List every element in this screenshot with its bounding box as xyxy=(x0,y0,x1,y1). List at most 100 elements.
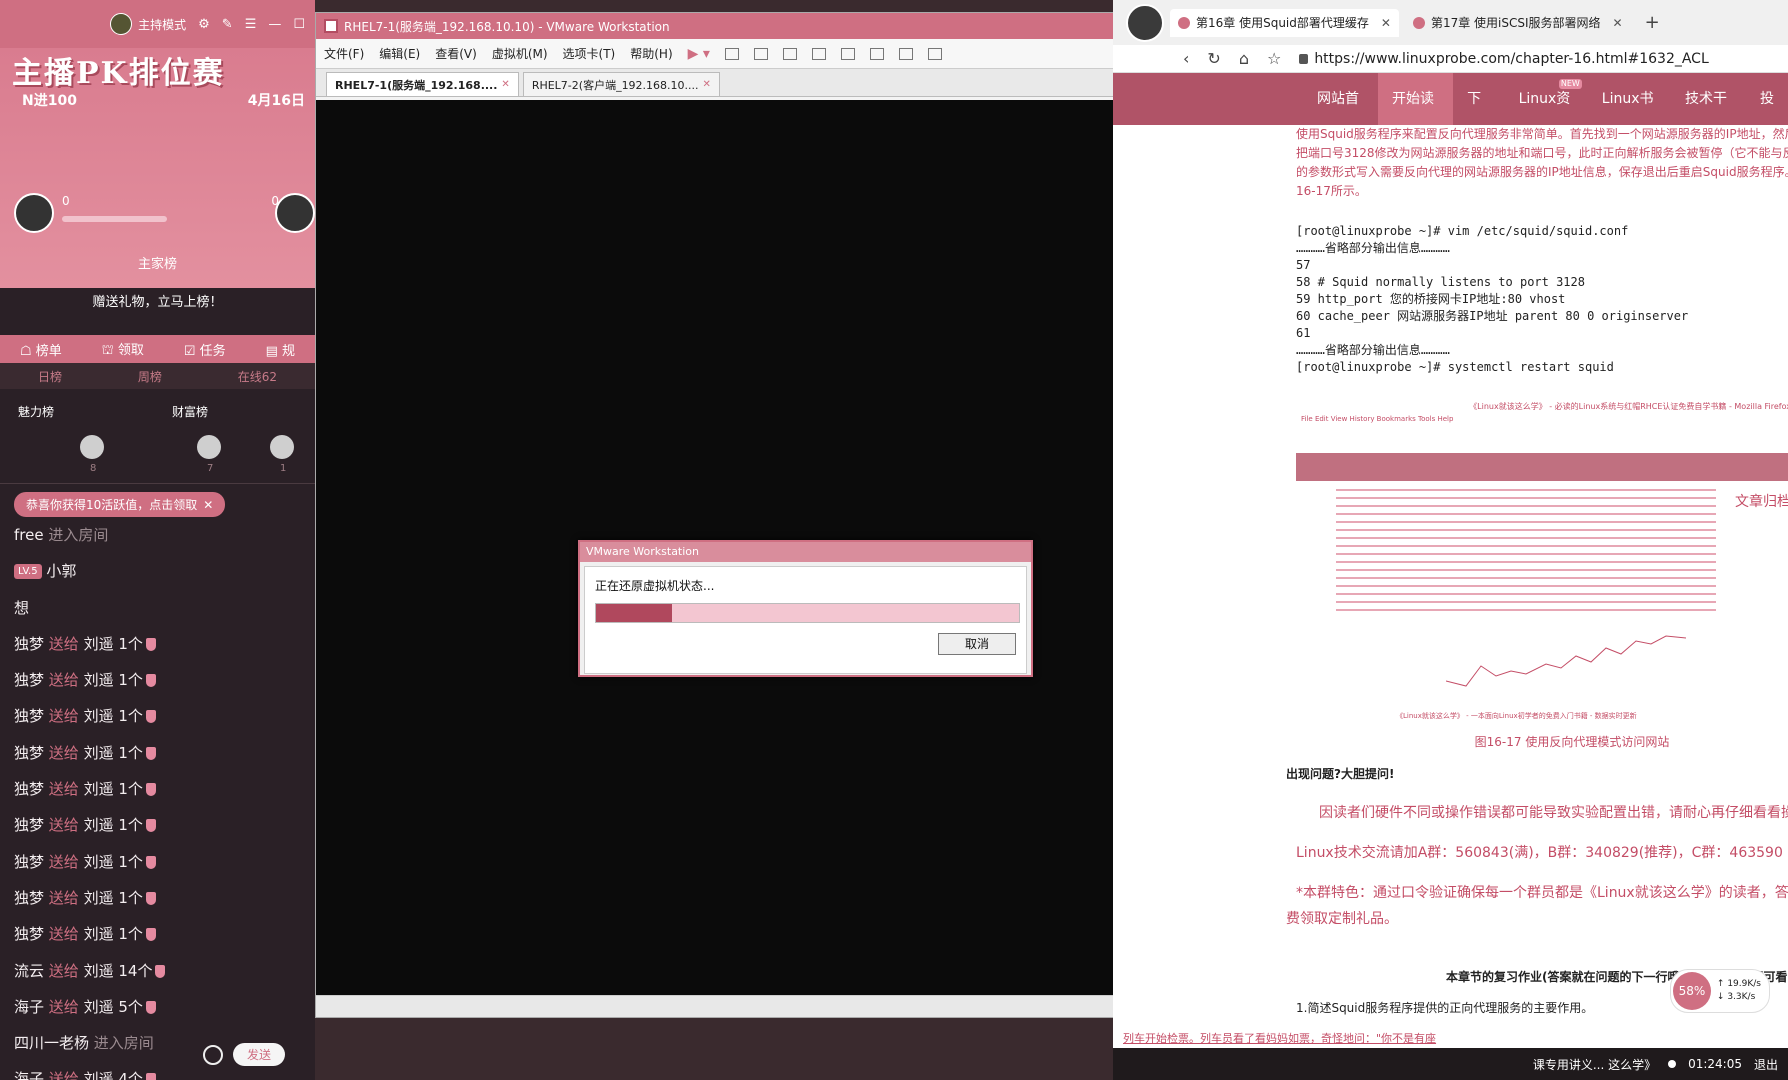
taskbar-window[interactable]: 课专用讲义... 这么学》 xyxy=(1533,1056,1656,1073)
tab-ranking[interactable]: ☖ 榜单 xyxy=(20,340,62,359)
nav-tech[interactable]: 技术干货 xyxy=(1671,73,1746,159)
chat-message: 独梦 送给 刘遥 1个 xyxy=(14,880,305,916)
home-icon[interactable]: ⌂ xyxy=(1239,49,1249,68)
menu-icon[interactable]: ☰ xyxy=(245,17,257,32)
vm-tab-client[interactable]: RHEL7-2(客户端_192.168.10.... ✕ xyxy=(522,72,720,96)
menu-file[interactable]: 文件(F) xyxy=(324,45,364,62)
nav-start-reading[interactable]: 开始读书 xyxy=(1378,73,1454,159)
chat-message: 独梦 送给 刘遥 1个 xyxy=(14,698,305,734)
nav-download[interactable]: 下载 xyxy=(1453,73,1505,159)
tab-rules[interactable]: ▤ 规 xyxy=(266,340,295,359)
chat-user[interactable]: free xyxy=(14,526,44,544)
chat-user[interactable]: 独梦 xyxy=(14,889,44,907)
menu-help[interactable]: 帮助(H) xyxy=(630,45,672,62)
url-field[interactable]: https://www.linuxprobe.com/chapter-16.ht… xyxy=(1299,50,1709,67)
menu-tabs[interactable]: 选项卡(T) xyxy=(563,45,616,62)
exit-button[interactable]: 退出 xyxy=(1754,1056,1778,1073)
vm-console[interactable]: VMware Workstation 正在还原虚拟机状态... 取消 xyxy=(316,100,1114,995)
tab-tasks[interactable]: ☑ 任务 xyxy=(184,340,226,359)
figure-text xyxy=(1336,489,1716,614)
chat-user[interactable]: 海子 xyxy=(14,998,44,1016)
nav-submit[interactable]: 投 xyxy=(1746,73,1788,125)
close-icon[interactable]: ✕ xyxy=(501,79,509,90)
host-mode[interactable]: 主持模式 xyxy=(110,13,186,35)
chat-action: 送给 xyxy=(48,888,79,907)
chat-user[interactable]: 独梦 xyxy=(14,925,44,943)
subtab-online[interactable]: 在线62 xyxy=(238,368,277,385)
new-tab-icon[interactable]: + xyxy=(1645,12,1660,33)
chat-message: 独梦 送给 刘遥 1个 xyxy=(14,844,305,880)
vm-tab-server[interactable]: RHEL7-1(服务端_192.168.... ✕ xyxy=(326,72,519,96)
reward-pill[interactable]: 恭喜你获得10活跃值，点击领取 ✕ xyxy=(14,492,226,517)
chat-user[interactable]: 独梦 xyxy=(14,707,44,725)
subtab-weekly[interactable]: 周榜 xyxy=(138,368,162,385)
close-icon[interactable]: ✕ xyxy=(703,79,711,90)
menu-vm[interactable]: 虚拟机(M) xyxy=(492,45,548,62)
manage-snapshot-icon[interactable] xyxy=(782,47,797,60)
menu-view[interactable]: 查看(V) xyxy=(435,45,477,62)
gift-icon xyxy=(145,1073,156,1080)
figure-screenshot: 《Linux就该这么学》 - 必读的Linux系统与红帽RHCE认证免费自学书籍… xyxy=(1296,401,1788,731)
bookmark-star-icon[interactable]: ☆ xyxy=(1267,49,1281,68)
close-icon[interactable]: ✕ xyxy=(1381,16,1391,30)
chat-user[interactable]: 四川一老杨 xyxy=(14,1034,89,1052)
revert-icon[interactable] xyxy=(753,47,768,60)
console-icon[interactable] xyxy=(898,47,913,60)
maximize-icon[interactable]: ☐ xyxy=(293,17,305,32)
chat-user[interactable]: 独梦 xyxy=(14,853,44,871)
gift-icon xyxy=(145,855,156,869)
wealth-board-label[interactable]: 财富榜 xyxy=(172,403,208,420)
chat-user[interactable]: 独梦 xyxy=(14,744,44,762)
fan-avatar[interactable] xyxy=(197,435,221,459)
chat-message: 流云 送给 刘遥 14个 xyxy=(14,953,305,989)
chat-user[interactable]: 海子 xyxy=(14,1070,44,1080)
stretch-icon[interactable] xyxy=(927,47,942,60)
reload-icon[interactable]: ↻ xyxy=(1207,49,1220,68)
menu-edit[interactable]: 编辑(E) xyxy=(379,45,420,62)
snapshot-icon[interactable] xyxy=(724,47,739,60)
chat-user[interactable]: 独梦 xyxy=(14,780,44,798)
chat-user[interactable]: 独梦 xyxy=(14,671,44,689)
subtab-daily[interactable]: 日榜 xyxy=(38,368,62,385)
chat-user[interactable]: 小郭 xyxy=(46,562,76,580)
close-icon[interactable]: ✕ xyxy=(203,498,213,512)
fan-avatar[interactable] xyxy=(270,435,294,459)
nav-linux-news[interactable]: Linux资讯 NEW xyxy=(1505,73,1588,159)
tab-claim[interactable]: ⛫ 领取 xyxy=(102,339,144,360)
power-on-icon[interactable]: ▶ ▾ xyxy=(688,46,710,62)
chat-user[interactable]: 独梦 xyxy=(14,635,44,653)
net-monitor-widget[interactable]: 58% ↑ 19.9K/s ↓ 3.3K/s xyxy=(1669,969,1770,1013)
gift-icon xyxy=(145,891,156,905)
code-block[interactable]: [root@linuxprobe ~]# vim /etc/squid/squi… xyxy=(1296,223,1788,376)
chat-user[interactable]: 独梦 xyxy=(14,816,44,834)
cancel-button[interactable]: 取消 xyxy=(938,633,1016,655)
chat-gift-target: 刘遥 1个 xyxy=(83,707,143,726)
browser-tab[interactable]: 第16章 使用Squid部署代理缓存 ✕ xyxy=(1170,8,1399,37)
charm-board-label[interactable]: 魅力榜 xyxy=(18,403,54,420)
edit-icon[interactable]: ✎ xyxy=(222,17,233,32)
send-button[interactable]: 发送 xyxy=(232,1043,285,1066)
chat-user[interactable]: 想 xyxy=(14,599,29,617)
news-ticker[interactable]: 列车开始检票。列车员看了看妈妈如票，奇怪地问："你不是有座 xyxy=(1123,1030,1436,1046)
emoji-icon[interactable] xyxy=(202,1044,223,1065)
nav-home[interactable]: 网站首页 xyxy=(1303,73,1378,159)
pk-avatar-right[interactable] xyxy=(275,193,315,233)
browser-tab[interactable]: 第17章 使用iSCSI服务部署网络 ✕ xyxy=(1405,9,1631,37)
figure-menu: File Edit View History Bookmarks Tools H… xyxy=(1301,415,1454,423)
minimize-icon[interactable]: — xyxy=(268,17,281,32)
fan-avatar[interactable] xyxy=(80,435,104,459)
thumbnail-icon[interactable] xyxy=(840,47,855,60)
pk-avatar-left[interactable] xyxy=(14,193,54,233)
chat-message: 独梦 送给 刘遥 1个 xyxy=(14,916,305,952)
fullscreen-icon[interactable] xyxy=(869,47,884,60)
nav-linux-books[interactable]: Linux书籍 xyxy=(1588,73,1671,159)
account-avatar[interactable] xyxy=(1126,3,1164,42)
figure-window-title: 《Linux就该这么学》 - 必读的Linux系统与红帽RHCE认证免费自学书籍… xyxy=(1469,402,1788,411)
library-icon[interactable] xyxy=(811,47,826,60)
pk-score-right: 0 xyxy=(271,194,279,208)
settings-icon[interactable]: ⚙ xyxy=(198,17,210,32)
chat-user[interactable]: 流云 xyxy=(14,962,44,980)
url-text: https://www.linuxprobe.com/chapter-16.ht… xyxy=(1314,50,1709,67)
close-icon[interactable]: ✕ xyxy=(1613,16,1623,30)
back-icon[interactable]: ‹ xyxy=(1183,49,1189,68)
